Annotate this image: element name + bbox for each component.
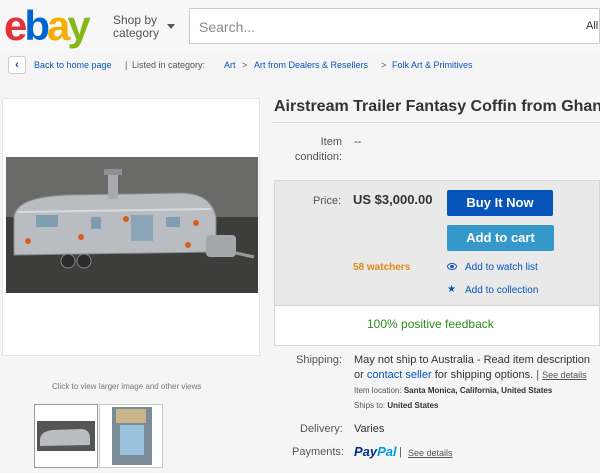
site-header: ebay Shop by category Search... All [0, 0, 600, 52]
delivery-label: Delivery: [300, 423, 343, 435]
thumbnail-2[interactable] [99, 404, 163, 468]
contact-seller-link[interactable]: contact seller [367, 369, 432, 381]
item-location: Item location: Santa Monica, California,… [354, 386, 553, 395]
listed-in-label: Listed in category: [132, 60, 206, 70]
shipping-label: Shipping: [296, 354, 342, 366]
breadcrumb-separator: > [242, 60, 248, 70]
paypal-logo: PayPal [354, 444, 397, 459]
ships-to: Ships to: United States [354, 401, 439, 410]
add-to-cart-button[interactable]: Add to cart [447, 225, 554, 251]
divider [272, 122, 600, 123]
price-label: Price: [313, 195, 342, 207]
payments-label: Payments: [292, 446, 344, 458]
shop-by-category-button[interactable]: Shop by category [113, 14, 159, 40]
thumbnail-1[interactable] [34, 404, 98, 468]
add-to-collection-link[interactable]: Add to collection [465, 285, 538, 296]
chevron-down-icon[interactable] [167, 24, 175, 29]
search-input[interactable]: Search... [189, 8, 579, 44]
back-to-home-link[interactable]: Back to home page [34, 60, 112, 70]
seller-feedback[interactable]: 100% positive feedback [367, 317, 494, 331]
buy-it-now-button[interactable]: Buy It Now [447, 190, 553, 216]
condition-label: Item condition: [294, 136, 342, 163]
category-label: category [113, 26, 160, 40]
star-icon: ★ [447, 284, 456, 295]
shipping-note: May not ship to Australia - Read item de… [354, 354, 591, 366]
item-photo[interactable] [6, 157, 258, 293]
back-arrow-icon[interactable]: ‹ [8, 56, 26, 74]
watchers-count: 58 watchers [353, 262, 411, 273]
eye-icon [447, 263, 457, 270]
payments-see-details-link[interactable]: See details [408, 448, 453, 458]
breadcrumb-art-dealers[interactable]: Art from Dealers & Resellers [254, 60, 368, 70]
breadcrumb-folk-art[interactable]: Folk Art & Primitives [392, 60, 473, 70]
main-image-viewer[interactable] [2, 98, 260, 356]
shipping-see-details-link[interactable]: See details [542, 370, 587, 380]
breadcrumb-divider: | [125, 60, 128, 70]
payments-divider: | [399, 446, 402, 458]
delivery-value: Varies [354, 423, 385, 435]
breadcrumb: ‹ Back to home page | Listed in category… [0, 52, 600, 80]
price-value: US $3,000.00 [353, 192, 433, 207]
add-to-watch-list-link[interactable]: Add to watch list [465, 262, 538, 273]
breadcrumb-art[interactable]: Art [224, 60, 236, 70]
condition-value: -- [354, 136, 362, 148]
gallery-caption: Click to view larger image and other vie… [52, 382, 202, 391]
category-select[interactable]: All [572, 8, 600, 44]
breadcrumb-separator: > [381, 60, 387, 70]
ebay-logo[interactable]: ebay [4, 3, 91, 49]
item-title: Airstream Trailer Fantasy Coffin from Gh… [274, 98, 600, 115]
shipping-options: or contact seller for shipping options. … [354, 369, 587, 381]
